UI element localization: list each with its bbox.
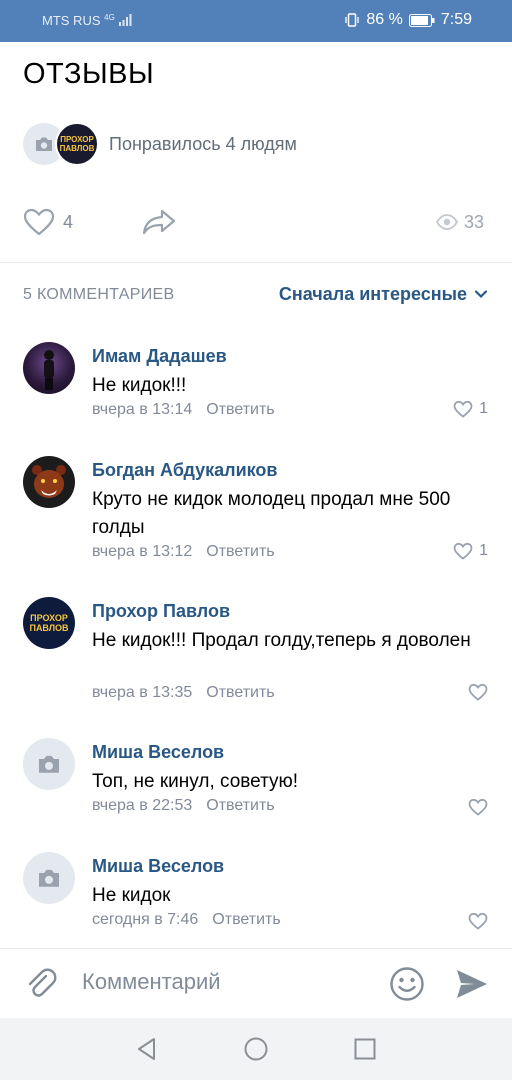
comment-like-count: 1: [479, 542, 488, 559]
comment-text: Топ, не кинул, советую!: [92, 771, 299, 792]
comment-author[interactable]: Миша Веселов: [92, 856, 224, 877]
status-bar: MTS RUS 4G 86 % 7:59: [0, 0, 512, 42]
avatar[interactable]: [23, 342, 75, 394]
comment-input-bar: Комментарий: [0, 948, 512, 1019]
camera-icon: [39, 869, 59, 887]
comment-like-button[interactable]: [468, 798, 488, 816]
comment-author[interactable]: Богдан Абдукаликов: [92, 460, 278, 481]
comment-time: вчера в 13:35: [92, 684, 193, 701]
divider: [0, 262, 512, 263]
comments-count: 5 КОММЕНТАРИЕВ: [23, 286, 175, 303]
vibrate-icon: [345, 13, 360, 27]
home-icon[interactable]: [243, 1036, 269, 1062]
logo-image: ПРОХОР ПАВЛОВ: [29, 613, 69, 633]
views-count: 33: [464, 212, 485, 232]
comment-time: вчера в 22:53: [92, 797, 193, 814]
clock: 7:59: [440, 11, 472, 28]
camera-icon: [36, 137, 52, 151]
back-icon[interactable]: [134, 1036, 160, 1062]
avatar-photo: [44, 350, 54, 390]
chevron-down-icon[interactable]: [473, 286, 489, 302]
heart-icon: [468, 912, 488, 930]
share-icon[interactable]: [141, 208, 177, 236]
reply-button[interactable]: Ответить: [212, 911, 280, 928]
heart-icon: [468, 798, 488, 816]
carrier-label: MTS RUS 4G: [42, 13, 132, 28]
comments-header: 5 КОММЕНТАРИЕВ Сначала интересные: [23, 284, 489, 306]
comment-time: вчера в 13:12: [92, 543, 193, 560]
send-icon[interactable]: [455, 968, 489, 1000]
sort-dropdown[interactable]: Сначала интересные: [279, 284, 467, 305]
comment-like-button[interactable]: [468, 683, 488, 701]
views-icon: [436, 214, 458, 230]
heart-icon: [453, 400, 473, 418]
comment-text: Круто не кидок молодец продал мне 500 го…: [92, 489, 451, 538]
comment-item: Богдан Абдукаликов Круто не кидок молоде…: [0, 456, 512, 566]
avatar[interactable]: [23, 456, 75, 508]
emoji-icon[interactable]: [389, 966, 425, 1002]
attach-icon[interactable]: [24, 967, 58, 1001]
comment-like-button[interactable]: 1: [453, 542, 488, 560]
reply-button[interactable]: Ответить: [206, 543, 274, 560]
comment-input[interactable]: Комментарий: [82, 969, 221, 995]
comment-text: Не кидок!!!: [92, 375, 187, 396]
comment-author[interactable]: Миша Веселов: [92, 742, 224, 763]
page-title: ОТЗЫВЫ: [23, 58, 155, 90]
comment-item: Имам Дадашев Не кидок!!! вчера в 13:14 От…: [0, 342, 512, 422]
avatar-bear: [32, 465, 66, 498]
comment-text: Не кидок!!! Продал голду,теперь я доволе…: [92, 630, 471, 651]
recents-icon[interactable]: [352, 1036, 378, 1062]
avatar[interactable]: ПРОХОР ПАВЛОВ: [23, 597, 75, 649]
camera-icon: [39, 755, 59, 773]
status-right: 86 % 7:59: [344, 11, 472, 29]
comment-meta: сегодня в 7:46 Ответить: [92, 911, 281, 929]
signal-icon: [119, 14, 132, 26]
liked-by-row[interactable]: ПРОХОР ПАВЛОВ Понравилось 4 людям: [23, 122, 483, 166]
comment-meta: вчера в 13:14 Ответить: [92, 401, 275, 419]
comment-meta: вчера в 22:53 Ответить: [92, 797, 275, 815]
network-type: 4G: [104, 13, 115, 22]
heart-icon[interactable]: [23, 208, 55, 236]
like-count: 4: [63, 212, 74, 232]
comment-item: ПРОХОР ПАВЛОВ Прохор Павлов Не кидок!!! П…: [0, 597, 512, 707]
reply-button[interactable]: Ответить: [206, 797, 274, 814]
comment-like-button[interactable]: 1: [453, 400, 488, 418]
liker-avatar-logo[interactable]: ПРОХОР ПАВЛОВ: [55, 122, 99, 166]
comment-item: Миша Веселов Топ, не кинул, советую! вче…: [0, 738, 512, 820]
comment-text: Не кидок: [92, 885, 171, 906]
battery-percent: 86 %: [366, 11, 403, 28]
comment-like-button[interactable]: [468, 912, 488, 930]
comment-author[interactable]: Прохор Павлов: [92, 601, 230, 622]
post-actions: 4 33: [23, 200, 489, 244]
liked-by-text[interactable]: Понравилось 4 людям: [109, 134, 297, 155]
carrier-name: MTS RUS: [42, 13, 101, 28]
heart-icon: [453, 542, 473, 560]
comment-item: Миша Веселов Не кидок сегодня в 7:46 Отве…: [0, 852, 512, 934]
avatar[interactable]: [23, 738, 75, 790]
battery-icon: [408, 13, 435, 27]
system-nav-bar: [0, 1018, 512, 1080]
comment-time: вчера в 13:14: [92, 401, 193, 418]
logo-image: ПРОХОР ПАВЛОВ: [59, 135, 95, 153]
comment-author[interactable]: Имам Дадашев: [92, 346, 227, 367]
reply-button[interactable]: Ответить: [206, 401, 274, 418]
heart-icon: [468, 683, 488, 701]
comment-time: сегодня в 7:46: [92, 911, 199, 928]
comment-meta: вчера в 13:12 Ответить: [92, 543, 275, 561]
avatar[interactable]: [23, 852, 75, 904]
comment-like-count: 1: [479, 400, 488, 417]
reply-button[interactable]: Ответить: [206, 684, 274, 701]
comment-meta: вчера в 13:35 Ответить: [92, 684, 275, 702]
